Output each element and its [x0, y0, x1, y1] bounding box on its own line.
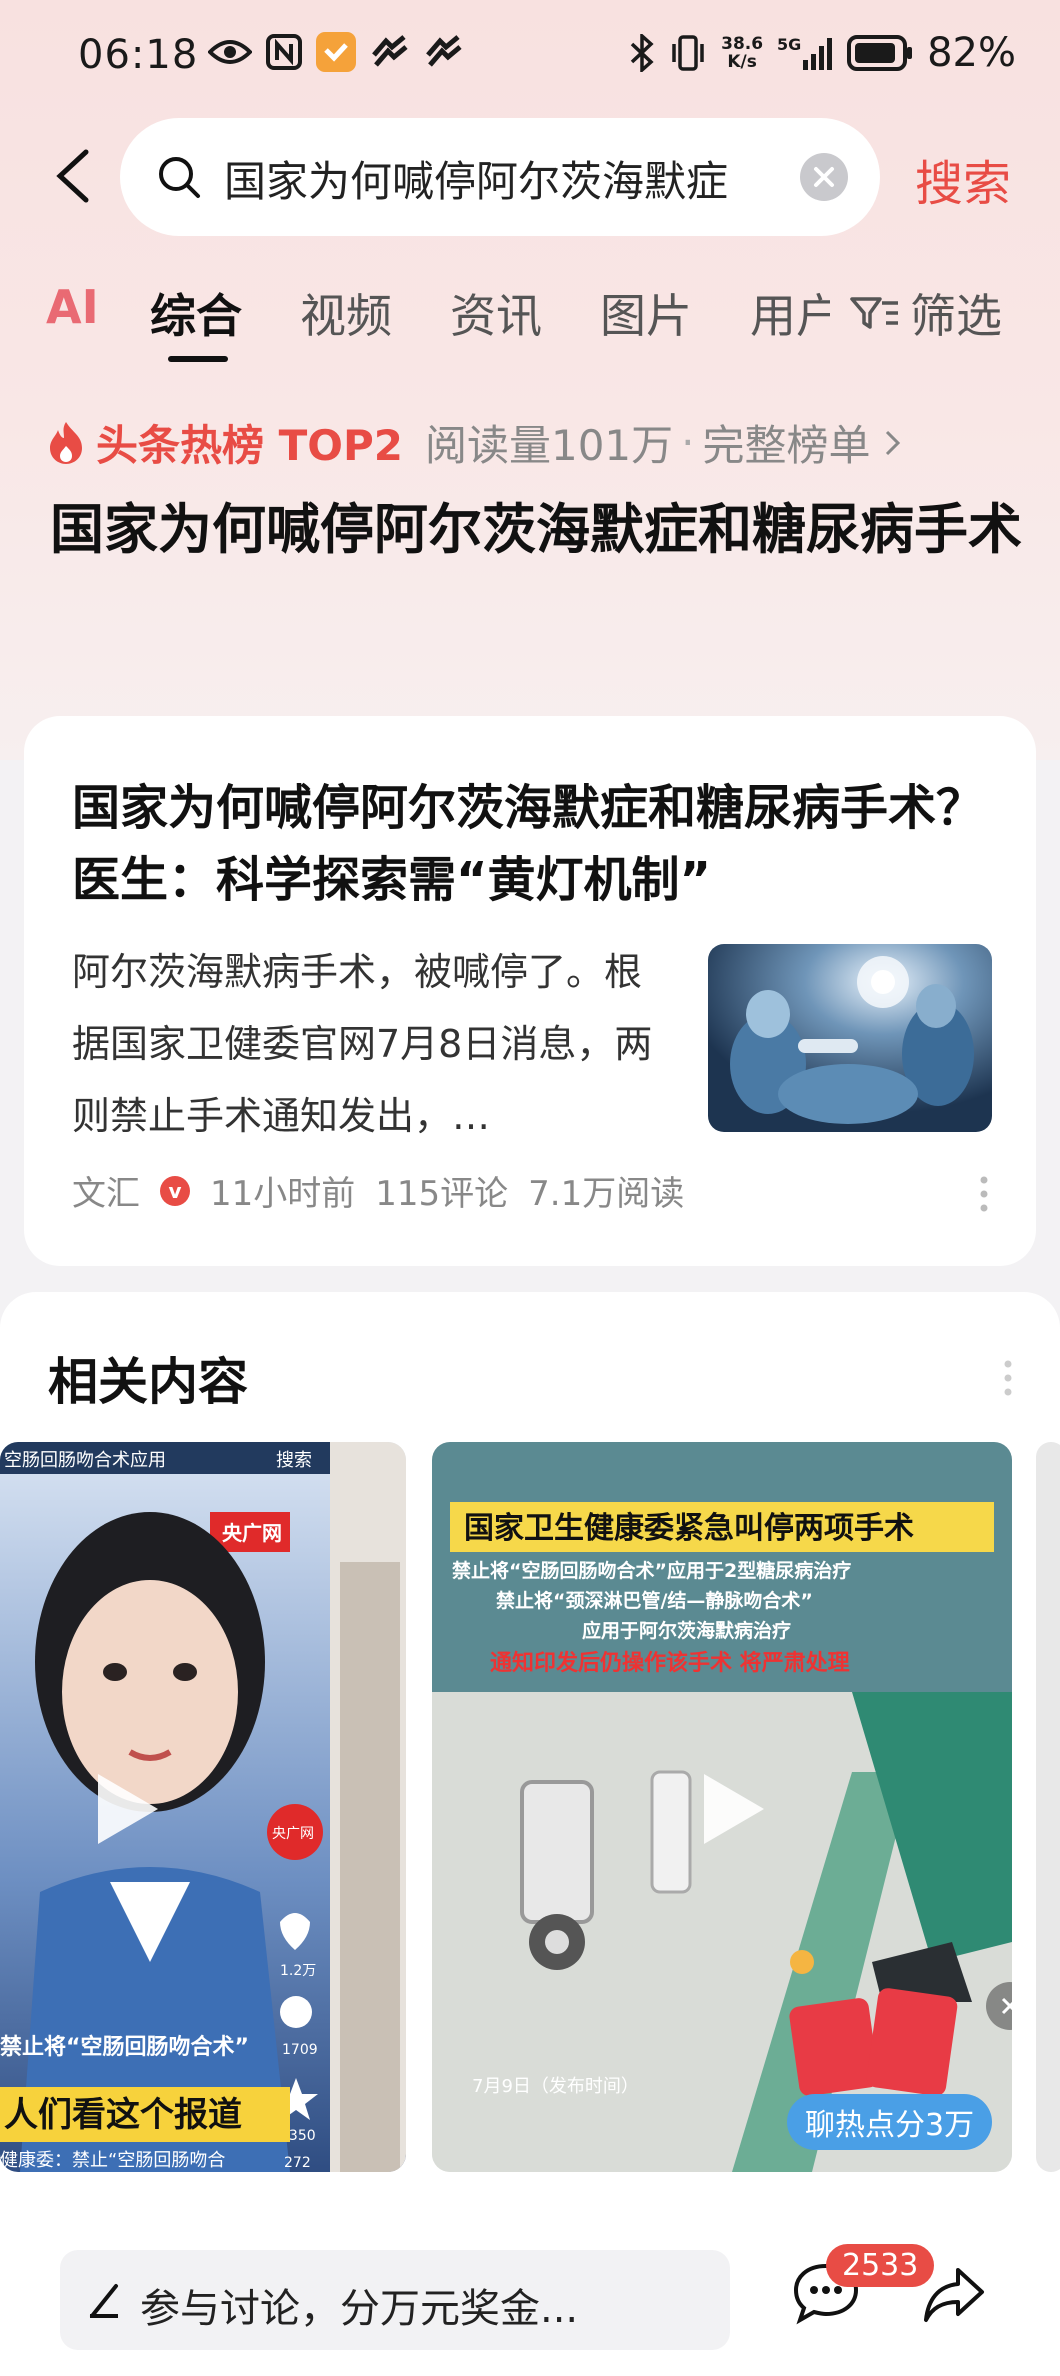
active-tab-indicator	[168, 356, 228, 362]
surgery-image	[708, 944, 992, 1132]
related-video-2[interactable]: 国家卫生健康委紧急叫停两项手术 禁止将“空肠回肠吻合术”应用于2型糖尿病治疗 禁…	[432, 1442, 1012, 2172]
article-title[interactable]: 国家为何喊停阿尔茨海默症和糖尿病手术？医生：科学探索需“黄灯机制”	[72, 772, 1012, 916]
article-thumbnail[interactable]	[708, 944, 992, 1132]
back-button[interactable]	[48, 146, 108, 206]
filter-icon	[850, 297, 898, 329]
search-row: 国家为何喊停阿尔茨海默症 搜索	[0, 118, 1060, 238]
video1-comments: 1709	[282, 2042, 318, 2058]
chevron-right-icon	[883, 428, 903, 458]
comment-input[interactable]: 参与讨论，分万元奖金...	[60, 2250, 730, 2350]
video2-headline: 国家卫生健康委紧急叫停两项手术	[464, 1511, 914, 1546]
close-icon	[1001, 1997, 1012, 2015]
article-time: 11小时前	[210, 1174, 356, 1214]
status-left-icons	[208, 32, 464, 72]
article-meta: 文汇 v 11小时前 115评论 7.1万阅读	[72, 1166, 684, 1215]
tab-comprehensive[interactable]: 综合	[150, 280, 242, 346]
play-icon[interactable]	[684, 1764, 774, 1854]
news-anchor-image: 空肠回肠吻合术应用 搜索 央广网 央广网 1.2万 1709 2350 272 …	[0, 1442, 406, 2172]
close-icon	[814, 167, 834, 187]
link2-icon	[424, 35, 464, 69]
play-icon[interactable]	[78, 1764, 168, 1854]
filter-button[interactable]: 筛选	[850, 280, 1002, 346]
more-options-icon[interactable]	[980, 1174, 988, 1214]
share-icon[interactable]	[922, 2264, 986, 2328]
tab-ai[interactable]: AI	[46, 280, 99, 334]
battery-level: 82%	[927, 30, 1016, 76]
tab-users[interactable]: 用户	[750, 280, 830, 346]
link-icon	[370, 35, 410, 69]
video1-side-logo: 央广网	[272, 1826, 314, 1842]
video2-line2: 禁止将“颈深淋巴管/结—静脉吻合术”	[496, 1589, 813, 1612]
hot-rank-label: 头条热榜 TOP2	[96, 421, 403, 470]
battery-icon	[847, 35, 913, 71]
verified-badge: v	[160, 1175, 190, 1206]
signal-5g-text: 5G	[777, 35, 801, 54]
video2-line3: 应用于阿尔茨海默病治疗	[582, 1619, 791, 1642]
search-query-text[interactable]: 国家为何喊停阿尔茨海默症	[224, 148, 804, 209]
video1-likes: 1.2万	[280, 1963, 316, 1979]
nfc-icon	[266, 34, 302, 70]
clear-search-button[interactable]	[800, 153, 848, 201]
related-section: 相关内容 空肠回肠吻合术应用 搜索 央广网 央广网 1.2万 1709 2350…	[0, 1292, 1060, 2292]
article-reads: 7.1万阅读	[528, 1174, 685, 1214]
hot-topic-headline[interactable]: 国家为何喊停阿尔茨海默症和糖尿病手术	[50, 490, 1030, 570]
video1-search-text: 搜索	[276, 1450, 312, 1471]
tab-video[interactable]: 视频	[300, 280, 392, 346]
filter-label: 筛选	[910, 289, 1002, 343]
search-input[interactable]: 国家为何喊停阿尔茨海默症	[120, 118, 880, 236]
related-video-3-peek[interactable]	[1036, 1442, 1060, 2172]
related-video-1[interactable]: 空肠回肠吻合术应用 搜索 央广网 央广网 1.2万 1709 2350 272 …	[0, 1442, 406, 2172]
back-arrow-icon	[56, 149, 89, 203]
related-more-icon[interactable]	[1004, 1358, 1012, 1398]
hot-rank-separator: ·	[681, 418, 695, 467]
video2-line4: 通知印发后仍操作该手术 将严肃处理	[490, 1650, 850, 1676]
vibrate-icon	[669, 34, 707, 72]
bottom-bar: 参与讨论，分万元奖金... 2533	[0, 2220, 1060, 2376]
eye-icon	[208, 37, 252, 67]
status-right-icons: 38.6 K/s 5G 82%	[629, 30, 1016, 76]
video1-top-text: 空肠回肠吻合术应用	[4, 1450, 166, 1471]
video1-caption1: 禁止将“空肠回肠吻合术”	[0, 2034, 249, 2060]
video1-logo-text: 央广网	[222, 1521, 282, 1545]
article-card[interactable]: 国家为何喊停阿尔茨海默症和糖尿病手术？医生：科学探索需“黄灯机制” 阿尔茨海默病…	[24, 716, 1036, 1266]
tab-news[interactable]: 资讯	[450, 280, 542, 346]
status-bar: 06:18 38.6 K/s 5G 82%	[0, 0, 1060, 115]
bluetooth-icon	[629, 34, 655, 72]
pen-icon	[88, 2282, 122, 2322]
comment-count-badge: 2533	[826, 2244, 935, 2287]
promo-pill[interactable]: 聊热点分3万	[787, 2094, 993, 2150]
search-tabs: AI 综合 视频 资讯 图片 用户 筛选	[0, 270, 1060, 362]
search-icon	[156, 154, 202, 204]
comment-placeholder: 参与讨论，分万元奖金...	[140, 2286, 579, 2332]
search-button[interactable]: 搜索	[915, 144, 1011, 214]
signal-icon: 5G	[777, 34, 833, 72]
flame-icon	[46, 420, 86, 466]
hot-rank-row[interactable]: 头条热榜 TOP2 阅读量101万 · 完整榜单	[46, 412, 903, 473]
related-title: 相关内容	[48, 1353, 248, 1411]
full-list-link[interactable]: 完整榜单	[703, 412, 871, 473]
video1-shares: 272	[284, 2155, 311, 2171]
app-shield-icon	[316, 32, 356, 72]
tab-images[interactable]: 图片	[600, 280, 692, 346]
hot-rank-reads: 阅读量101万	[424, 421, 674, 470]
status-time: 06:18	[78, 32, 199, 78]
video2-line1: 禁止将“空肠回肠吻合术”应用于2型糖尿病治疗	[452, 1559, 851, 1582]
video2-date: 7月9日（发布时间）	[472, 2076, 639, 2097]
article-summary: 阿尔茨海默病手术，被喊停了。根据国家卫健委官网7月8日消息，两则禁止手术通知发出…	[72, 950, 653, 1138]
video1-caption2: 人们看这个报道	[4, 2095, 242, 2135]
net-speed: 38.6 K/s	[721, 34, 764, 72]
article-comments: 115评论	[375, 1174, 509, 1214]
video1-caption3: 健康委：禁止“空肠回肠吻合	[0, 2150, 225, 2171]
article-source[interactable]: 文汇	[72, 1166, 140, 1215]
